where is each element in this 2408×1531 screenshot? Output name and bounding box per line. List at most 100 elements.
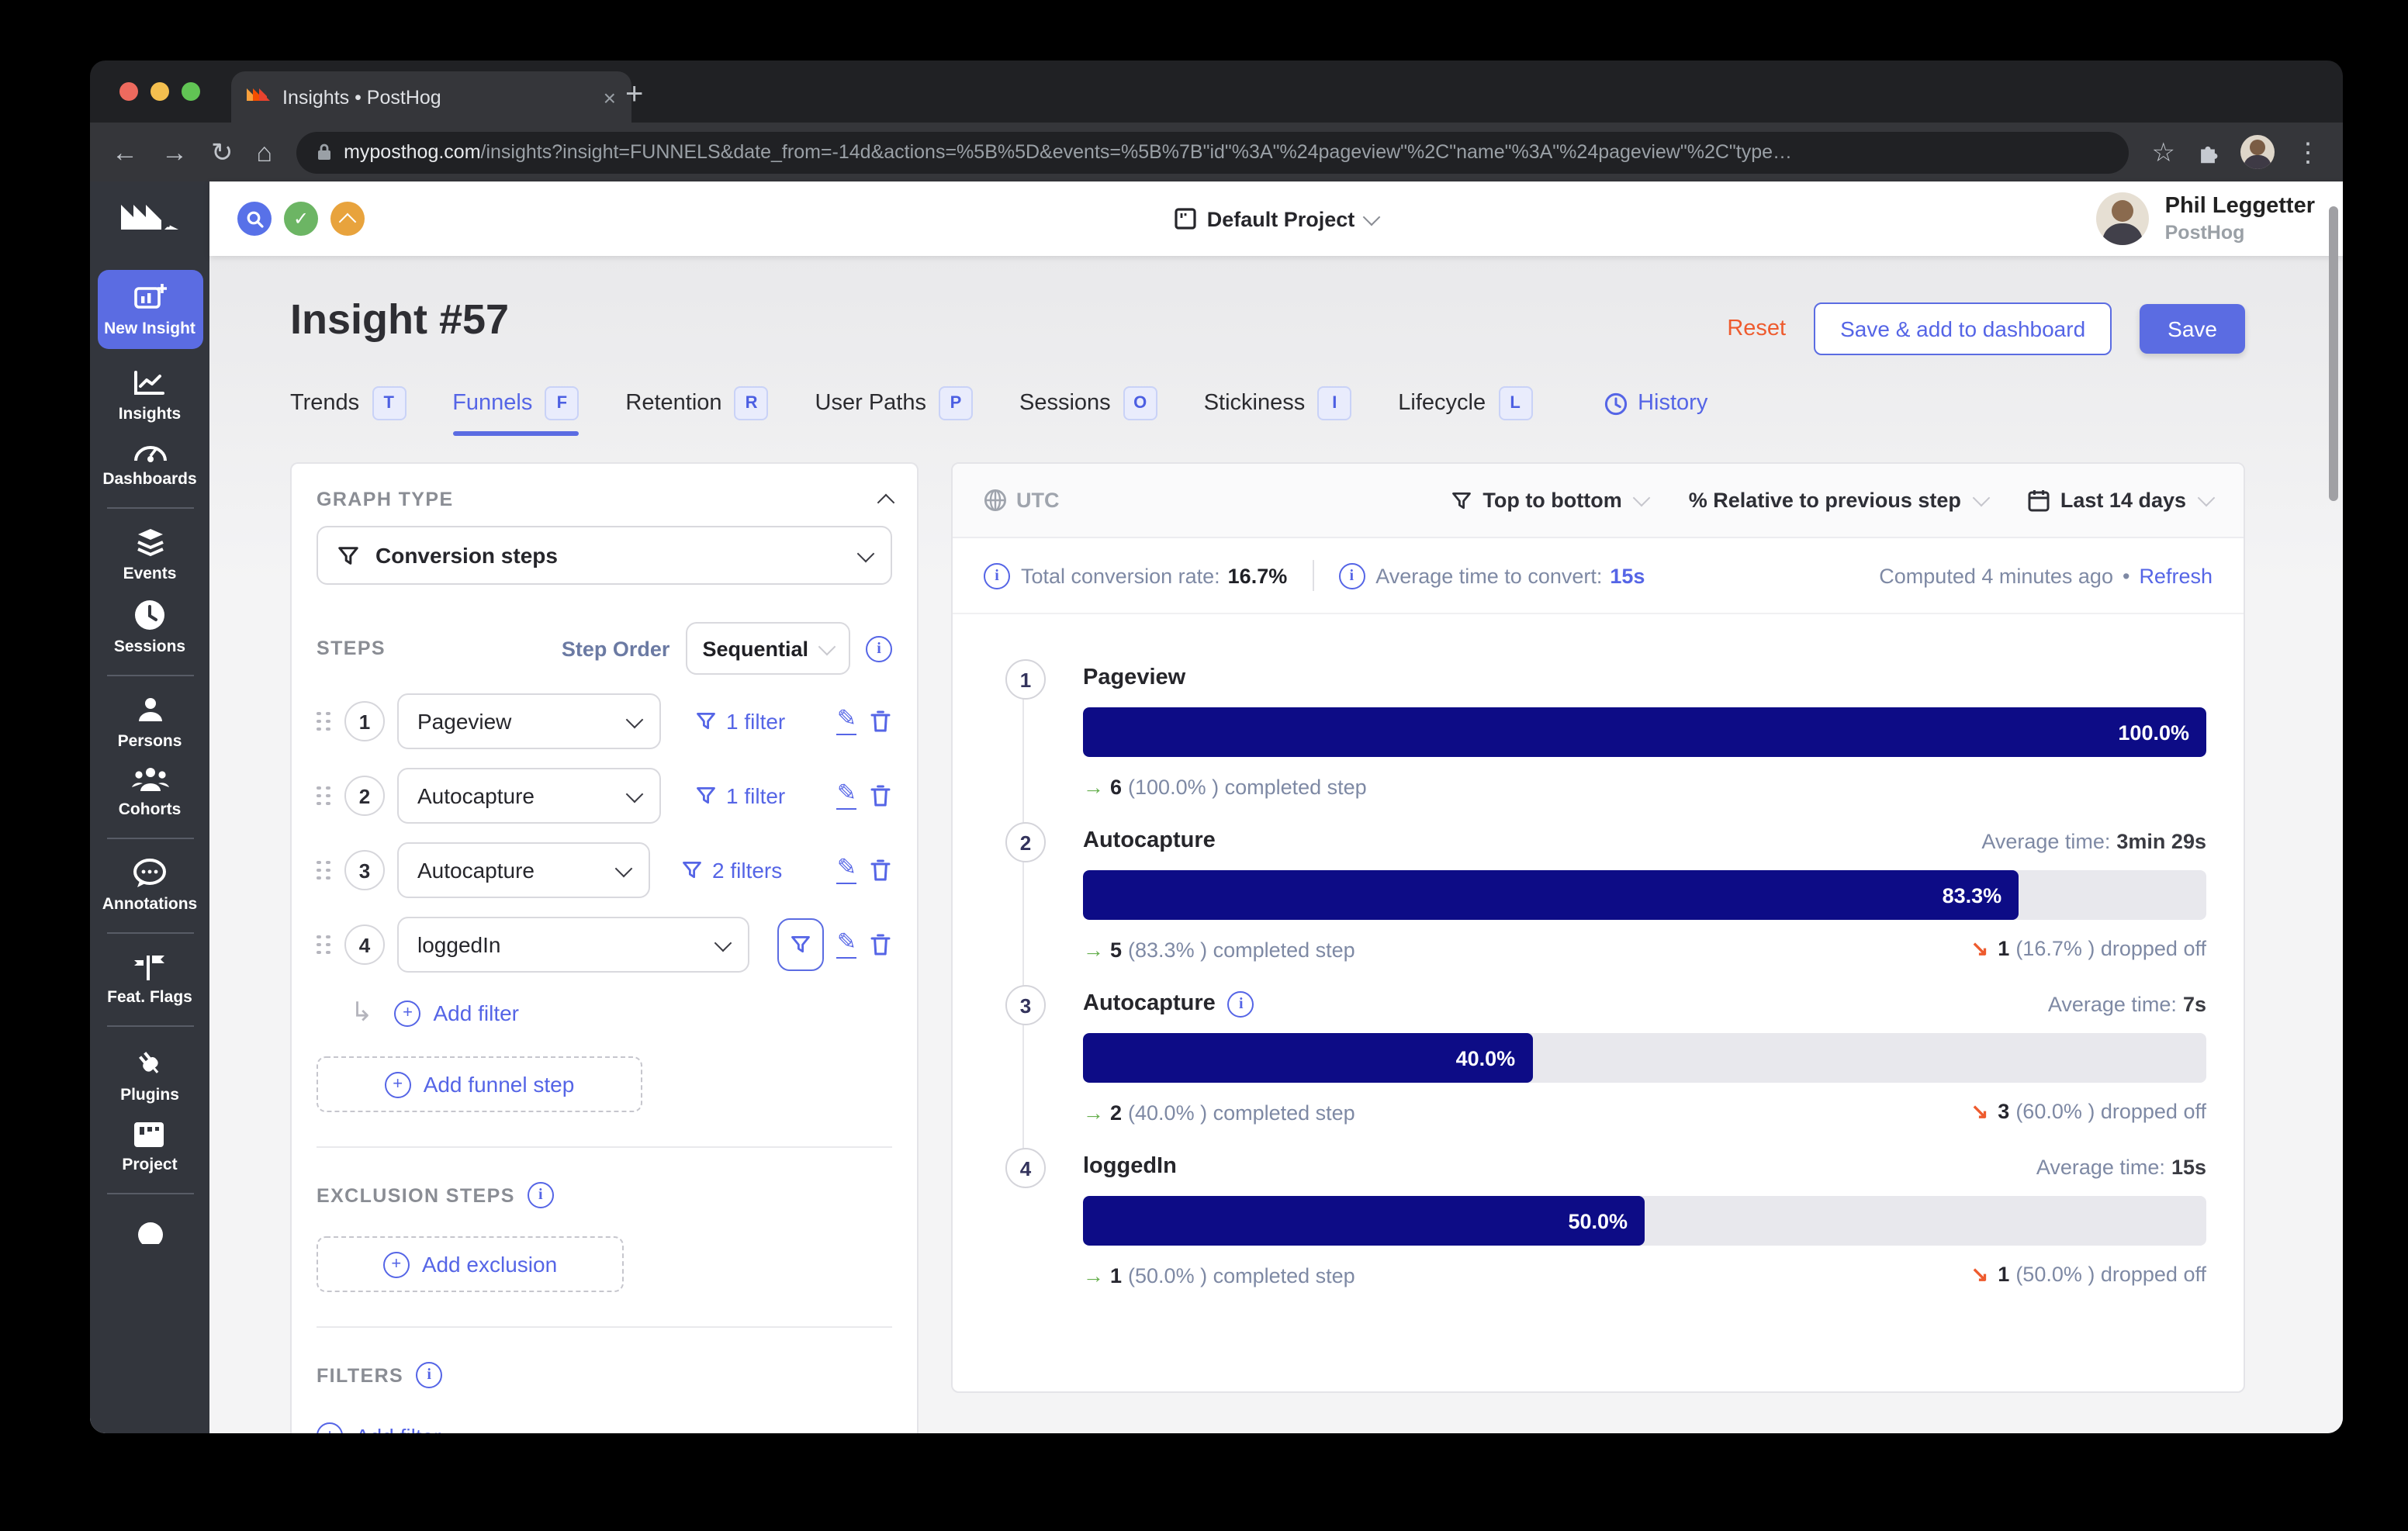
- completed-text[interactable]: (83.3% ) completed step: [1128, 938, 1355, 961]
- sidebar-item-insights[interactable]: Insights: [119, 371, 181, 423]
- refresh-link[interactable]: Refresh: [2139, 564, 2213, 587]
- info-icon[interactable]: i: [984, 562, 1010, 589]
- save-add-dashboard-button[interactable]: Save & add to dashboard: [1814, 302, 2112, 355]
- search-icon[interactable]: [237, 202, 272, 236]
- sidebar-item-persons[interactable]: Persons: [118, 695, 182, 751]
- browser-profile-avatar[interactable]: [2240, 135, 2275, 169]
- edit-icon[interactable]: ✎: [836, 856, 856, 884]
- sidebar-item-project[interactable]: Project: [122, 1120, 178, 1174]
- funnel-bar[interactable]: 83.3%: [1083, 870, 2019, 920]
- event-select[interactable]: Autocapture: [397, 842, 650, 898]
- forward-icon[interactable]: →: [161, 139, 188, 165]
- delete-icon[interactable]: [869, 783, 892, 808]
- user-menu[interactable]: Phil Leggetter PostHog: [2096, 192, 2315, 245]
- delete-icon[interactable]: [869, 858, 892, 883]
- check-icon[interactable]: ✓: [284, 202, 318, 236]
- funnel-bar[interactable]: 50.0%: [1083, 1196, 1645, 1246]
- sessions-icon: [133, 599, 166, 631]
- browser-tab[interactable]: Insights • PostHog ×: [231, 71, 631, 123]
- filter-count-link[interactable]: 1 filter: [695, 783, 785, 808]
- edit-icon[interactable]: ✎: [836, 707, 856, 735]
- dropped-text[interactable]: (50.0% ) dropped off: [2015, 1263, 2206, 1286]
- add-step-filter-button[interactable]: [777, 918, 824, 971]
- zoom-window-button[interactable]: [182, 82, 200, 101]
- sidebar-item-events[interactable]: Events: [123, 527, 176, 583]
- posthog-logo-icon[interactable]: [119, 200, 181, 242]
- timezone-indicator[interactable]: UTC: [984, 489, 1060, 512]
- tab-funnels[interactable]: Funnels F: [452, 386, 580, 436]
- drag-handle[interactable]: [317, 860, 330, 880]
- info-icon[interactable]: i: [866, 635, 892, 662]
- sidebar-item-sessions[interactable]: Sessions: [114, 599, 185, 656]
- filter-count-link[interactable]: 2 filters: [681, 858, 782, 883]
- step-order-select[interactable]: Sequential: [685, 622, 850, 675]
- filter-count-link[interactable]: 1 filter: [695, 709, 785, 734]
- extensions-icon[interactable]: [2195, 140, 2220, 164]
- info-icon[interactable]: i: [416, 1362, 443, 1388]
- add-exclusion-button[interactable]: + Add exclusion: [317, 1236, 624, 1292]
- funnel-chart: 1 Pageview 100.0% → 6(100.0%) completed…: [953, 614, 2244, 1289]
- tab-user-paths[interactable]: User Paths P: [815, 386, 973, 436]
- edit-icon[interactable]: ✎: [836, 931, 856, 959]
- event-select[interactable]: Autocapture: [397, 768, 661, 824]
- bookmark-star-icon[interactable]: ☆: [2152, 139, 2176, 165]
- step-order-dropdown[interactable]: Top to bottom: [1450, 489, 1652, 512]
- tab-lifecycle[interactable]: Lifecycle L: [1398, 386, 1533, 436]
- sidebar-item-dashboards[interactable]: Dashboards: [102, 439, 197, 489]
- delete-icon[interactable]: [869, 932, 892, 957]
- back-icon[interactable]: ←: [112, 139, 138, 165]
- tab-trends[interactable]: Trends T: [290, 386, 407, 436]
- new-tab-button[interactable]: +: [625, 78, 643, 113]
- event-select[interactable]: Pageview: [397, 693, 661, 749]
- sidebar-item-plugins[interactable]: Plugins: [120, 1045, 179, 1104]
- collapse-chevron-icon[interactable]: [877, 492, 895, 511]
- reset-button[interactable]: Reset: [1727, 316, 1786, 341]
- save-button[interactable]: Save: [2140, 304, 2245, 354]
- user-org: PostHog: [2164, 221, 2245, 244]
- drag-handle[interactable]: [317, 935, 330, 955]
- completed-text[interactable]: (40.0% ) completed step: [1128, 1101, 1355, 1124]
- caret-up-icon[interactable]: [330, 202, 365, 236]
- tab-retention[interactable]: Retention R: [625, 386, 769, 436]
- filters-add-filter-link[interactable]: + Add filter: [317, 1422, 892, 1433]
- close-window-button[interactable]: [119, 82, 138, 101]
- menu-kebab-icon[interactable]: ⋮: [2295, 139, 2321, 165]
- sidebar-item-partial[interactable]: [133, 1213, 167, 1244]
- home-icon[interactable]: ⌂: [257, 139, 273, 165]
- chevron-down-icon: [625, 710, 644, 728]
- graph-type-select[interactable]: Conversion steps: [317, 526, 892, 585]
- relative-step-dropdown[interactable]: % Relative to previous step: [1689, 489, 1991, 512]
- tab-close-icon[interactable]: ×: [604, 85, 616, 109]
- sidebar-item-label: New Insight: [104, 320, 195, 338]
- scrollbar[interactable]: [2329, 206, 2338, 501]
- tab-sessions[interactable]: Sessions O: [1019, 386, 1157, 436]
- event-select[interactable]: loggedIn: [397, 917, 749, 973]
- sidebar-item-feature-flags[interactable]: Feat. Flags: [107, 952, 192, 1007]
- tab-stickiness[interactable]: Stickiness I: [1204, 386, 1352, 436]
- reload-icon[interactable]: ↻: [211, 139, 234, 165]
- funnel-bar[interactable]: 40.0%: [1083, 1033, 1533, 1083]
- completed-text[interactable]: (100.0% ) completed step: [1128, 775, 1367, 798]
- sidebar-item-cohorts[interactable]: Cohorts: [119, 766, 181, 819]
- drag-handle[interactable]: [317, 711, 330, 731]
- funnel-bar[interactable]: 100.0%: [1083, 707, 2206, 757]
- info-icon[interactable]: i: [1338, 562, 1365, 589]
- history-button[interactable]: History: [1604, 391, 1707, 431]
- sidebar-item-new-insight[interactable]: New Insight: [97, 270, 202, 349]
- drag-handle[interactable]: [317, 786, 330, 806]
- date-range-dropdown[interactable]: Last 14 days: [2028, 489, 2216, 512]
- address-bar[interactable]: myposthog.com/insights?insight=FUNNELS&d…: [296, 131, 2129, 173]
- info-icon[interactable]: i: [527, 1182, 554, 1208]
- completed-text[interactable]: (50.0% ) completed step: [1128, 1263, 1355, 1287]
- sidebar-item-annotations[interactable]: Annotations: [102, 858, 197, 914]
- dropped-text[interactable]: (60.0% ) dropped off: [2015, 1100, 2206, 1123]
- delete-icon[interactable]: [869, 709, 892, 734]
- minimize-window-button[interactable]: [150, 82, 169, 101]
- edit-icon[interactable]: ✎: [836, 782, 856, 810]
- add-filter-link[interactable]: + Add filter: [394, 1000, 519, 1026]
- calendar-icon: [2028, 489, 2050, 512]
- project-switcher[interactable]: Default Project: [209, 207, 2343, 230]
- dropped-text[interactable]: (16.7% ) dropped off: [2015, 937, 2206, 960]
- add-funnel-step-button[interactable]: + Add funnel step: [317, 1056, 642, 1112]
- info-icon[interactable]: i: [1227, 990, 1254, 1017]
